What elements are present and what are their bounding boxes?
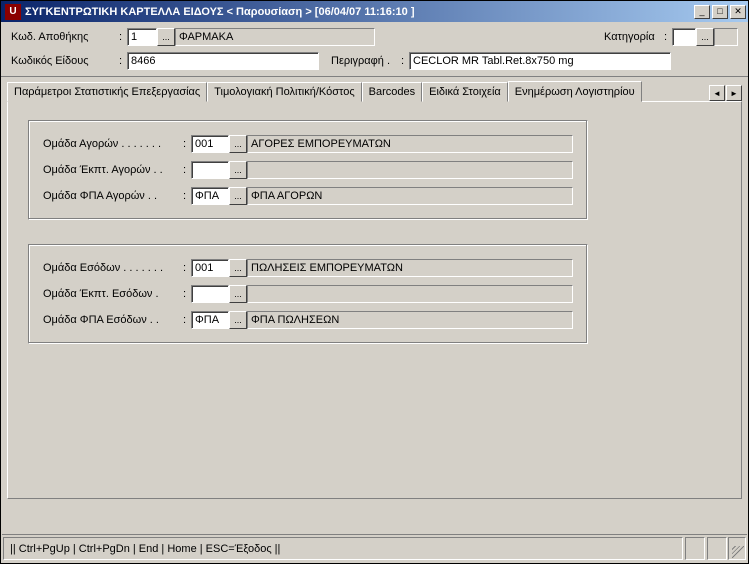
sales-vat-desc: ΦΠΑ ΠΩΛΗΣΕΩΝ [247,311,573,329]
app-icon: U [5,4,21,20]
warehouse-lookup-button[interactable]: ... [157,28,175,46]
itemcode-field[interactable]: 8466 [127,52,319,70]
sales-discount-lookup-button[interactable]: ... [229,285,247,303]
tab-special-data[interactable]: Ειδικά Στοιχεία [422,82,508,102]
sales-discount-code-field[interactable] [191,285,229,303]
tab-pricing-cost[interactable]: Τιμολογιακή Πολιτική/Κόστος [207,82,361,102]
category-lookup-button[interactable]: ... [696,28,714,46]
tabs-scroll-left-button[interactable]: ◄ [709,85,725,101]
window-title: ΣΥΓΚΕΝΤΡΩΤΙΚΗ ΚΑΡΤΕΛΛΑ ΕΙΔΟΥΣ < Παρουσία… [25,6,694,18]
category-label: Κατηγορία [604,31,664,43]
purchase-group-desc: ΑΓΟΡΕΣ ΕΜΠΟΡΕΥΜΑΤΩΝ [247,135,573,153]
tab-statistics-params[interactable]: Παράμετροι Στατιστικής Επεξεργασίας [7,82,207,102]
tab-panel-accounting: Ομάδα Αγορών . . . . . . . : 001 ... ΑΓΟ… [7,101,742,499]
sales-group-desc: ΠΩΛΗΣΕΙΣ ΕΜΠΟΡΕΥΜΑΤΩΝ [247,259,573,277]
header-area: Κωδ. Αποθήκης : 1 ... ΦΑΡΜΑΚΑ Κατηγορία … [1,22,748,77]
purchase-vat-code-field[interactable]: ΦΠΑ [191,187,229,205]
sales-group-code-field[interactable]: 001 [191,259,229,277]
sales-vat-label: Ομάδα ΦΠΑ Εσόδων . . [43,314,183,326]
sales-vat-code-field[interactable]: ΦΠΑ [191,311,229,329]
purchase-discount-lookup-button[interactable]: ... [229,161,247,179]
warehouse-label: Κωδ. Αποθήκης [11,31,119,43]
category-desc [714,28,738,46]
tab-strip: Παράμετροι Στατιστικής Επεξεργασίας Τιμο… [1,77,748,101]
statusbar-pane-2 [707,537,727,560]
close-button[interactable]: ✕ [730,5,746,19]
sales-group: Ομάδα Εσόδων . . . . . . . : 001 ... ΠΩΛ… [28,244,588,344]
sales-vat-lookup-button[interactable]: ... [229,311,247,329]
purchase-discount-desc [247,161,573,179]
purchase-group-code-field[interactable]: 001 [191,135,229,153]
description-label: Περιγραφή . [331,55,401,67]
purchase-group-lookup-button[interactable]: ... [229,135,247,153]
sales-group-label: Ομάδα Εσόδων . . . . . . . [43,262,183,274]
statusbar-pane-1 [685,537,705,560]
tabs-scroll-right-button[interactable]: ► [726,85,742,101]
minimize-button[interactable]: _ [694,5,710,19]
purchases-group: Ομάδα Αγορών . . . . . . . : 001 ... ΑΓΟ… [28,120,588,220]
purchase-vat-label: Ομάδα ΦΠΑ Αγορών . . [43,190,183,202]
itemcode-label: Κωδικός Είδους [11,55,119,67]
sales-group-lookup-button[interactable]: ... [229,259,247,277]
purchase-discount-code-field[interactable] [191,161,229,179]
maximize-button[interactable]: □ [712,5,728,19]
title-bar: U ΣΥΓΚΕΝΤΡΩΤΙΚΗ ΚΑΡΤΕΛΛΑ ΕΙΔΟΥΣ < Παρουσ… [1,1,748,22]
category-code-field[interactable] [672,28,696,46]
tab-barcodes[interactable]: Barcodes [362,82,422,102]
sales-discount-label: Ομάδα Έκπτ. Εσόδων . [43,288,183,300]
statusbar-hints: || Ctrl+PgUp | Ctrl+PgDn | End | Home | … [3,537,683,560]
purchase-vat-lookup-button[interactable]: ... [229,187,247,205]
purchase-vat-desc: ΦΠΑ ΑΓΟΡΩΝ [247,187,573,205]
resize-grip[interactable] [728,537,746,560]
status-bar: || Ctrl+PgUp | Ctrl+PgDn | End | Home | … [2,534,747,562]
warehouse-code-field[interactable]: 1 [127,28,157,46]
purchase-group-label: Ομάδα Αγορών . . . . . . . [43,138,183,150]
warehouse-desc: ΦΑΡΜΑΚΑ [175,28,375,46]
tab-accounting-update[interactable]: Ενημέρωση Λογιστηρίου [508,81,642,102]
sales-discount-desc [247,285,573,303]
description-field[interactable]: CECLOR MR Tabl.Ret.8x750 mg [409,52,671,70]
purchase-discount-label: Ομάδα Έκπτ. Αγορών . . [43,164,183,176]
